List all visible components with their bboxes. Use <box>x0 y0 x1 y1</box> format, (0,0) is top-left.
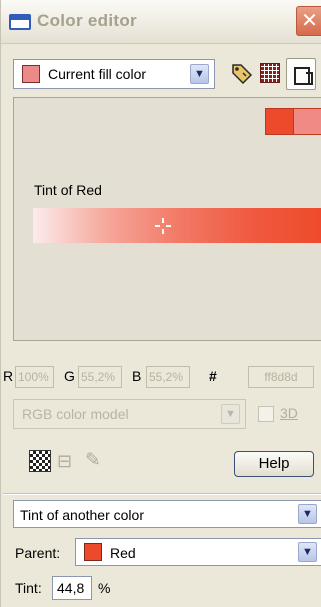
view-toggle-button[interactable] <box>286 58 316 90</box>
3d-checkbox[interactable] <box>258 406 274 422</box>
g-field[interactable]: 55,2% <box>78 366 122 388</box>
color-editor-pane: Tint of Red <box>13 97 321 341</box>
close-button[interactable]: ✕ <box>296 6 321 36</box>
tint-label: Tint of Red <box>34 182 102 198</box>
tag-icon[interactable] <box>230 62 254 84</box>
hex-field[interactable]: ff8d8d <box>248 366 314 388</box>
color-type-value: Tint of another color <box>20 507 144 523</box>
tint-gradient-slider[interactable] <box>33 208 321 243</box>
gradient-icon[interactable]: ⊟ <box>57 450 79 472</box>
palette-grid-icon[interactable] <box>260 63 280 83</box>
current-color-swatch <box>22 65 40 83</box>
crosshair-icon[interactable] <box>155 218 171 234</box>
tint-unit: % <box>98 580 111 596</box>
parent-label: Parent: <box>15 545 61 561</box>
chevron-down-icon[interactable]: ▼ <box>221 404 240 424</box>
r-label: R <box>3 368 14 384</box>
checkerboard-icon[interactable] <box>29 450 51 472</box>
old-color-preview <box>294 108 321 135</box>
parent-color-value: Red <box>110 545 136 561</box>
divider <box>3 493 321 495</box>
parent-color-dropdown[interactable]: Red ▼ <box>75 538 321 566</box>
current-color-label: Current fill color <box>48 66 147 82</box>
b-label: B <box>132 368 142 384</box>
current-color-dropdown[interactable]: Current fill color ▼ <box>13 59 215 89</box>
window-icon <box>9 14 31 30</box>
color-editor-window: Color editor ✕ Current fill color ▼ Tint… <box>0 0 321 607</box>
parent-color-swatch <box>84 543 102 561</box>
tint-input[interactable]: 44,8 <box>52 576 92 600</box>
close-icon: ✕ <box>301 10 318 32</box>
title-bar[interactable]: Color editor ✕ <box>1 0 321 44</box>
chevron-down-icon[interactable]: ▼ <box>298 504 317 524</box>
chevron-down-icon[interactable]: ▼ <box>298 542 317 562</box>
window-title: Color editor <box>37 11 137 30</box>
tint-field-label: Tint: <box>15 580 42 596</box>
chevron-down-icon[interactable]: ▼ <box>190 64 209 84</box>
color-model-value: RGB color model <box>22 406 129 422</box>
b-field[interactable]: 55,2% <box>146 366 190 388</box>
help-button[interactable]: Help <box>234 451 314 477</box>
hex-label: # <box>209 368 217 384</box>
r-field[interactable]: 100% <box>15 366 54 388</box>
new-color-preview <box>265 108 294 135</box>
g-label: G <box>64 368 75 384</box>
color-type-dropdown[interactable]: Tint of another color ▼ <box>13 500 321 528</box>
color-model-dropdown[interactable]: RGB color model ▼ <box>13 399 246 429</box>
3d-label: 3D <box>280 405 298 421</box>
eyedropper-icon[interactable]: ✎ <box>85 449 111 473</box>
